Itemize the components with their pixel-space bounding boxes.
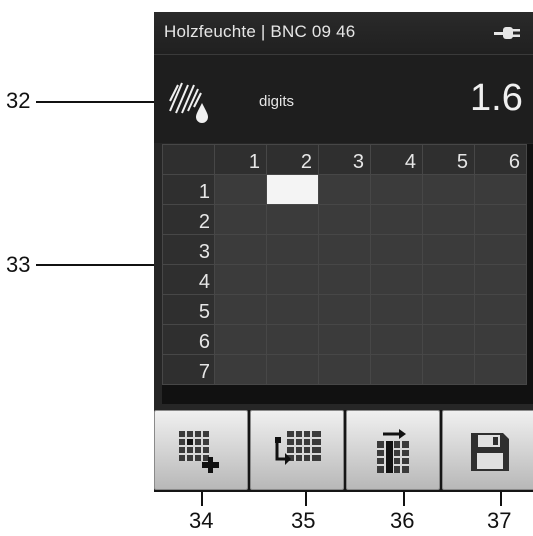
grid-cell[interactable] <box>318 204 371 235</box>
grid-cell[interactable] <box>422 204 475 235</box>
grid-cell[interactable] <box>370 324 423 355</box>
grid-cell[interactable] <box>422 324 475 355</box>
callout-37: 37 <box>487 508 512 533</box>
grid-row: 1 <box>162 174 527 205</box>
grid-cell[interactable] <box>266 204 319 235</box>
grid-row: 2 <box>162 204 527 235</box>
callout-35: 35 <box>291 508 316 533</box>
grid-cell[interactable] <box>266 264 319 295</box>
grid-cell[interactable] <box>266 324 319 355</box>
column-header: 6 <box>474 144 527 175</box>
grid-cell[interactable] <box>318 324 371 355</box>
grid-cell[interactable] <box>370 294 423 325</box>
grid-cell[interactable] <box>266 294 319 325</box>
grid-cell[interactable] <box>214 234 267 265</box>
grid-header-row: 1 2 3 4 5 6 <box>162 144 527 175</box>
title-text: Holzfeuchte | BNC 09 46 <box>164 22 356 41</box>
measurement-reading: 1.6 <box>470 77 523 119</box>
callout-32: 32 <box>6 88 31 113</box>
row-header: 5 <box>162 294 215 325</box>
column-header: 3 <box>318 144 371 175</box>
callout-34: 34 <box>189 508 214 533</box>
grid-cell[interactable] <box>474 354 527 385</box>
row-header: 6 <box>162 324 215 355</box>
grid-row: 5 <box>162 294 527 325</box>
plug-icon <box>494 27 520 39</box>
shift-column-button[interactable] <box>346 410 440 490</box>
move-in-grid-button[interactable] <box>250 410 344 490</box>
grid-cell[interactable] <box>422 294 475 325</box>
grid-cell[interactable] <box>474 294 527 325</box>
grid-cell[interactable] <box>370 204 423 235</box>
measurement-grid: 1 2 3 4 5 6 1 2 3 4 5 6 7 <box>162 144 533 404</box>
grid-row: 4 <box>162 264 527 295</box>
grid-cell[interactable] <box>422 264 475 295</box>
callout-33: 33 <box>6 252 31 277</box>
grid-cell[interactable] <box>266 234 319 265</box>
row-header: 2 <box>162 204 215 235</box>
title-bar: Holzfeuchte | BNC 09 46 <box>154 12 533 55</box>
bottom-toolbar <box>154 410 533 492</box>
grid-cell[interactable] <box>318 354 371 385</box>
row-header: 4 <box>162 264 215 295</box>
grid-cell[interactable] <box>318 264 371 295</box>
grid-cell[interactable] <box>214 294 267 325</box>
grid-cell[interactable] <box>214 354 267 385</box>
callout-36: 36 <box>390 508 415 533</box>
callout-32-leader <box>36 101 173 103</box>
grid-cell[interactable] <box>214 174 267 205</box>
save-button[interactable] <box>442 410 533 490</box>
info-bar: digits 1.6 <box>154 55 533 143</box>
grid-row: 6 <box>162 324 527 355</box>
grid-cell[interactable] <box>266 354 319 385</box>
mode-label: digits <box>259 93 295 110</box>
grid-cell[interactable] <box>370 174 423 205</box>
grid-cell[interactable] <box>474 234 527 265</box>
grid-row: 3 <box>162 234 527 265</box>
column-header: 1 <box>214 144 267 175</box>
grid-cell[interactable] <box>214 324 267 355</box>
row-header: 3 <box>162 234 215 265</box>
column-shift-icon <box>377 429 409 473</box>
column-header: 5 <box>422 144 475 175</box>
fingerprint-drop-icon <box>169 82 208 123</box>
grid-cell[interactable] <box>370 264 423 295</box>
save-icon <box>471 433 509 471</box>
column-header: 2 <box>266 144 319 175</box>
grid-row: 7 <box>162 354 527 385</box>
grid-cell[interactable] <box>422 354 475 385</box>
grid-cell[interactable] <box>422 174 475 205</box>
grid-cell[interactable] <box>474 204 527 235</box>
grid-cell[interactable] <box>370 354 423 385</box>
grid-cell-selected[interactable] <box>266 174 319 205</box>
grid-cell[interactable] <box>214 204 267 235</box>
add-to-grid-button[interactable] <box>154 410 248 490</box>
grid-add-icon <box>179 431 219 473</box>
row-header: 7 <box>162 354 215 385</box>
grid-cell[interactable] <box>474 264 527 295</box>
grid-cell[interactable] <box>214 264 267 295</box>
column-header: 4 <box>370 144 423 175</box>
row-header: 1 <box>162 174 215 205</box>
grid-cell[interactable] <box>474 174 527 205</box>
grid-cell[interactable] <box>474 324 527 355</box>
grid-cell[interactable] <box>422 234 475 265</box>
grid-cell[interactable] <box>318 174 371 205</box>
grid-corner <box>162 144 215 175</box>
grid-cell[interactable] <box>370 234 423 265</box>
device-screen: Holzfeuchte | BNC 09 46 digits 1.6 1 2 3 <box>154 12 533 492</box>
grid-cell[interactable] <box>318 234 371 265</box>
grid-move-icon <box>275 431 321 465</box>
grid-cell[interactable] <box>318 294 371 325</box>
